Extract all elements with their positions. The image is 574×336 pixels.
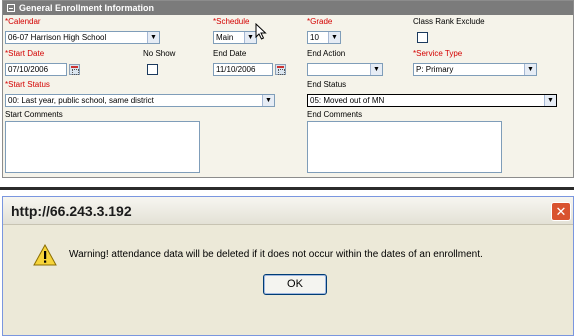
- chevron-down-icon[interactable]: ▼: [544, 95, 556, 106]
- chevron-down-icon[interactable]: ▼: [370, 64, 382, 75]
- warning-icon: [33, 244, 57, 266]
- start-date-input[interactable]: 07/10/2006: [5, 63, 67, 76]
- dialog-message: Warning! attendance data will be deleted…: [69, 249, 483, 260]
- panel-title: General Enrollment Information: [19, 3, 155, 13]
- page-divider: [0, 187, 574, 190]
- close-button[interactable]: ✕: [551, 202, 571, 221]
- end-comments-label: End Comments: [307, 110, 363, 119]
- end-status-label: End Status: [307, 80, 347, 89]
- class-rank-exclude-label: Class Rank Exclude: [413, 17, 485, 26]
- end-date-input[interactable]: 11/10/2006: [213, 63, 273, 76]
- calendar-picker-icon[interactable]: [275, 64, 286, 75]
- alert-dialog: http://66.243.3.192 ✕ Warning! attendanc…: [2, 196, 574, 336]
- ok-button[interactable]: OK: [263, 274, 327, 295]
- end-action-label: End Action: [307, 49, 346, 58]
- chevron-down-icon[interactable]: ▼: [262, 95, 274, 106]
- service-type-select[interactable]: P: Primary ▼: [413, 63, 537, 76]
- start-status-value: 00: Last year, public school, same distr…: [8, 96, 154, 105]
- class-rank-exclude-checkbox[interactable]: [417, 32, 428, 43]
- schedule-value: Main: [216, 33, 234, 42]
- start-comments-textarea[interactable]: [5, 121, 200, 173]
- end-status-value: 05: Moved out of MN: [310, 96, 385, 105]
- schedule-select[interactable]: Main ▼: [213, 31, 257, 44]
- dialog-title: http://66.243.3.192: [11, 203, 132, 219]
- background-page-strip: [0, 184, 574, 196]
- chevron-down-icon[interactable]: ▼: [147, 32, 159, 43]
- start-status-select[interactable]: 00: Last year, public school, same distr…: [5, 94, 275, 107]
- calendar-select[interactable]: 06-07 Harrison High School ▼: [5, 31, 160, 44]
- schedule-label: *Schedule: [213, 17, 250, 26]
- end-date-label: End Date: [213, 49, 247, 58]
- no-show-label: No Show: [143, 49, 176, 58]
- service-type-value: P: Primary: [416, 65, 454, 74]
- grade-value: 10: [310, 33, 319, 42]
- end-status-select[interactable]: 05: Moved out of MN ▼: [307, 94, 557, 107]
- calendar-picker-icon[interactable]: [69, 64, 80, 75]
- calendar-label: *Calendar: [5, 17, 41, 26]
- panel-header[interactable]: General Enrollment Information: [3, 1, 573, 15]
- end-comments-textarea[interactable]: [307, 121, 502, 173]
- start-status-label: *Start Status: [5, 80, 50, 89]
- chevron-down-icon[interactable]: ▼: [524, 64, 536, 75]
- close-icon: ✕: [555, 204, 567, 219]
- dialog-titlebar[interactable]: http://66.243.3.192: [3, 197, 573, 225]
- start-date-label: *Start Date: [5, 49, 45, 58]
- general-enrollment-panel: General Enrollment Information *Calendar…: [2, 0, 574, 178]
- collapse-icon[interactable]: [7, 4, 15, 12]
- start-comments-label: Start Comments: [5, 110, 63, 119]
- no-show-checkbox[interactable]: [147, 64, 158, 75]
- grade-label: *Grade: [307, 17, 333, 26]
- mouse-cursor-icon: [255, 23, 267, 40]
- chevron-down-icon[interactable]: ▼: [328, 32, 340, 43]
- grade-select[interactable]: 10 ▼: [307, 31, 341, 44]
- calendar-value: 06-07 Harrison High School: [8, 33, 107, 42]
- end-action-select[interactable]: ▼: [307, 63, 383, 76]
- service-type-label: *Service Type: [413, 49, 463, 58]
